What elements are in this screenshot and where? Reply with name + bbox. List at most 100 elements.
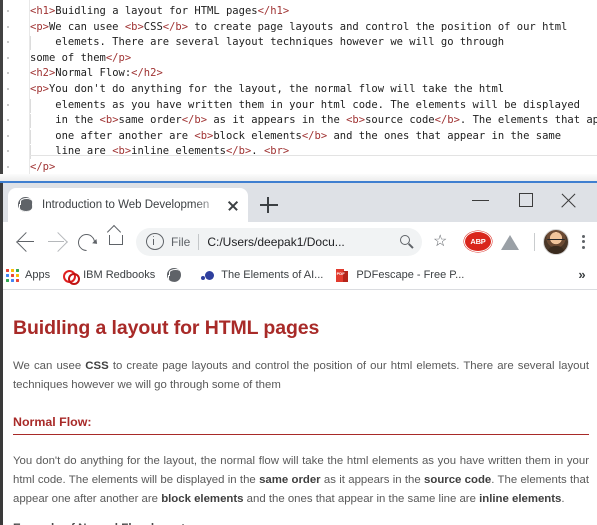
close-icon[interactable]: [550, 183, 596, 217]
code-line[interactable]: <p>You don't do anything for the layout,…: [30, 82, 597, 98]
indent-guide: [29, 114, 31, 129]
code-text: same order: [118, 114, 182, 127]
zoom-out-icon[interactable]: [398, 233, 416, 251]
code-line[interactable]: <p>We can usee <b>CSS</b> to create page…: [30, 20, 597, 36]
editor-line-separator: [30, 155, 597, 156]
code-tag: <h2>: [30, 67, 56, 80]
bold-same-order: same order: [259, 474, 321, 486]
info-circle-icon[interactable]: [146, 233, 164, 250]
browser-tab[interactable]: Introduction to Web Developmen: [8, 188, 248, 222]
bookmark-apps[interactable]: Apps: [0, 264, 56, 286]
code-line[interactable]: elements as you have written them in you…: [29, 98, 597, 114]
paragraph-text: .: [561, 493, 565, 505]
bookmark-label: Apps: [25, 269, 51, 281]
apps-grid-cell: [6, 268, 9, 272]
code-tag: </b>: [181, 114, 208, 127]
code-line[interactable]: <h2>Normal Flow:</h2>: [30, 66, 597, 82]
code-text: . The elements that appear: [459, 114, 597, 127]
code-text: Normal Flow:: [55, 67, 132, 80]
apps-grid-icon: [6, 268, 19, 282]
code-tag: </p>: [30, 160, 56, 173]
page-paragraph-normal-flow: You don't do anything for the layout, th…: [13, 452, 589, 509]
code-tag: </b>: [301, 129, 328, 142]
code-text: as it appears in the: [207, 114, 347, 127]
apps-grid-cell: [11, 278, 14, 282]
star-icon[interactable]: ☆: [426, 227, 456, 257]
code-text: You don't do anything for the layout, th…: [48, 82, 505, 95]
code-line[interactable]: line are <b>inline elements</b>. <br>: [29, 144, 597, 160]
elements-of-ai-icon: [200, 268, 215, 283]
close-icon[interactable]: [224, 196, 242, 214]
reload-icon[interactable]: [71, 227, 101, 257]
bookmark-globe[interactable]: [161, 264, 194, 286]
code-text: source code: [365, 114, 435, 127]
code-tag: <b>: [124, 20, 144, 33]
bookmark-label: PDFescape - Free P...: [356, 269, 465, 281]
home-icon[interactable]: [101, 227, 131, 257]
code-line[interactable]: <h1>Buidling a layout for HTML pages</h1…: [30, 4, 597, 20]
redbooks-icon: [62, 268, 81, 285]
minimize-icon[interactable]: [458, 183, 504, 217]
star-glyph: ☆: [433, 232, 448, 250]
adblock-plus-extension-icon[interactable]: ABP: [464, 231, 492, 252]
code-text: We can usee: [48, 20, 125, 33]
indent-guide: [29, 98, 31, 113]
arrow-right-icon[interactable]: [41, 227, 71, 257]
code-editor[interactable]: <h1>Buidling a layout for HTML pages</h1…: [0, 0, 597, 181]
bookmark-pdfescape[interactable]: PDF PDFescape - Free P...: [329, 264, 470, 286]
url-scheme-label: File: [171, 234, 191, 249]
indent-guide: [29, 36, 31, 51]
bold-css: CSS: [85, 360, 109, 372]
bold-source-code: source code: [424, 474, 492, 486]
bookmark-ibm-redbooks[interactable]: IBM Redbooks: [56, 264, 161, 286]
screenshot-root: <h1>Buidling a layout for HTML pages</h1…: [0, 0, 597, 525]
page-paragraph-intro: We can usee CSS to create page layouts a…: [13, 357, 589, 395]
kebab-menu-icon[interactable]: [569, 228, 597, 256]
code-tag: <p>: [30, 82, 49, 95]
code-tag: </b>: [162, 20, 189, 33]
code-text: CSS: [143, 20, 163, 33]
code-tag: <b>: [346, 114, 366, 127]
code-text: and the ones that appear in the same: [327, 129, 562, 142]
bookmarks-overflow-icon[interactable]: »: [573, 266, 591, 284]
arrow-left-icon[interactable]: [11, 227, 41, 257]
profile-avatar[interactable]: [543, 228, 569, 255]
paragraph-text: and the ones that appear in the same lin…: [243, 493, 480, 505]
code-tag: <b>: [194, 129, 214, 142]
bold-block-elements: block elements: [161, 493, 244, 505]
code-line[interactable]: one after another are <b>block elements<…: [29, 129, 597, 145]
plus-icon[interactable]: [258, 194, 280, 216]
gutter-marker: [7, 56, 9, 59]
code-line[interactable]: elemets. There are several layout techni…: [29, 35, 597, 51]
tab-strip: Introduction to Web Developmen: [0, 183, 597, 222]
maximize-icon[interactable]: [504, 183, 550, 217]
address-bar[interactable]: File C:/Users/deepak1/Docu...: [136, 227, 422, 256]
apps-grid-cell: [16, 268, 19, 272]
pdf-icon: PDF: [335, 268, 350, 283]
gutter-marker: [7, 166, 9, 168]
editor-bottom-edge: [0, 174, 597, 181]
bookmark-elements-of-ai[interactable]: The Elements of AI...: [194, 264, 329, 286]
gutter-marker: [7, 25, 9, 28]
apps-grid-cell: [11, 268, 14, 272]
browser-toolbar: File C:/Users/deepak1/Docu... ☆ ABP: [0, 222, 597, 261]
globe-icon: [167, 267, 182, 283]
code-line[interactable]: in the <b>same order</b> as it appears i…: [29, 113, 597, 129]
bookmarks-bar: Apps IBM Redbooks The Elements of AI... …: [0, 261, 597, 290]
bold-inline-elements: inline elements: [479, 493, 562, 505]
url-text[interactable]: C:/Users/deepak1/Docu...: [207, 235, 395, 249]
code-text: block elements: [213, 129, 302, 142]
apps-grid-cell: [6, 273, 9, 277]
code-tag: </h2>: [131, 67, 163, 80]
bookmark-label: IBM Redbooks: [83, 269, 156, 281]
drive-extension-icon[interactable]: [500, 232, 526, 252]
code-text: one after another are: [30, 129, 195, 142]
apps-grid-cell: [16, 273, 19, 277]
code-tag: </b>: [434, 114, 460, 127]
indent-guide: [29, 129, 31, 144]
toolbar-divider: [534, 232, 535, 251]
gutter-marker: [7, 10, 9, 12]
code-tag: </p>: [105, 51, 132, 64]
code-tag: <p>: [30, 20, 49, 33]
code-line[interactable]: some of them</p>: [30, 51, 597, 67]
